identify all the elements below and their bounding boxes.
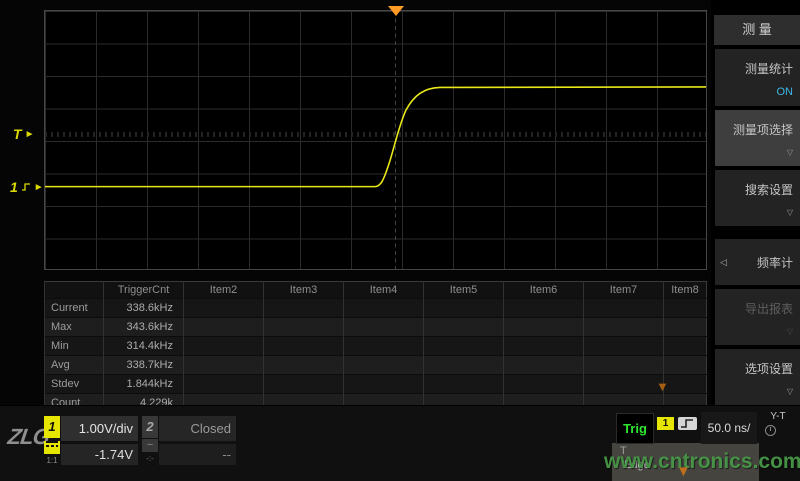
table-row: Current 338.6kHz (45, 299, 707, 318)
stat-label: Stdev (45, 375, 104, 394)
column-header: Item8 (664, 282, 707, 299)
trigger-source-channel-badge[interactable]: 1 (657, 417, 674, 430)
menu-item-measure-select[interactable]: 测量项选择 ▽ (715, 110, 800, 166)
channel1-probe-ratio: 1:1 (44, 456, 60, 465)
menu-item-search-settings[interactable]: 搜索设置 ▽ (715, 170, 800, 226)
column-header: Item7 (584, 282, 664, 299)
stat-value: 1.844kHz (104, 375, 184, 394)
trigger-level-marker[interactable]: T ► (13, 126, 34, 142)
right-arrow-icon: ► (25, 129, 35, 140)
watermark-cursor-icon: ▼ (676, 463, 691, 480)
stat-value: 338.6kHz (104, 299, 184, 318)
stat-value: 338.7kHz (104, 356, 184, 375)
right-arrow-icon: ► (34, 182, 44, 193)
dropdown-icon: ▽ (715, 327, 793, 336)
stat-value: 314.4kHz (104, 337, 184, 356)
dropdown-icon: ▽ (715, 387, 793, 396)
column-header: Item6 (504, 282, 584, 299)
column-header: Item2 (184, 282, 264, 299)
collapse-left-icon: ◁ (720, 257, 727, 268)
channel1-offset: -1.74V (61, 444, 138, 465)
timebase-setting[interactable]: 50.0 ns/ (701, 412, 757, 444)
waveform-display[interactable] (44, 10, 707, 270)
table-row: Stdev 1.844kHz (45, 375, 707, 394)
column-header: Item5 (424, 282, 504, 299)
rising-edge-icon[interactable] (678, 417, 697, 430)
column-header (45, 282, 104, 299)
dropdown-icon: ▽ (715, 148, 793, 157)
channel1-ground-marker[interactable]: 1 ► (10, 179, 44, 195)
stat-label: Avg (45, 356, 104, 375)
channel2-probe-ratio: -:- (142, 454, 158, 463)
stat-label: Max (45, 318, 104, 337)
table-scroll-down-icon[interactable]: ▼ (656, 380, 669, 393)
channel1-number-badge: 1 (44, 416, 60, 438)
trigger-level-label: T (13, 126, 22, 142)
dc-coupling-icon (44, 441, 60, 454)
menu-item-label: 测量统计 (715, 60, 793, 77)
channel2-number-badge: 2 (142, 416, 158, 438)
measurement-statistics-table: TriggerCnt Item2 Item3 Item4 Item5 Item6… (44, 281, 707, 413)
channel2-settings[interactable]: Closed -- (159, 416, 236, 465)
watermark-text: www.cntronics.com (604, 450, 800, 474)
channel2-offset: -- (159, 444, 236, 465)
stat-value: 343.6kHz (104, 318, 184, 337)
column-header: Item3 (264, 282, 344, 299)
table-row: Max 343.6kHz (45, 318, 707, 337)
channel1-trace (45, 11, 706, 269)
menu-sidebar: 测 量 测量统计 ON 测量项选择 ▽ 搜索设置 ▽ ◁ 频率计 导出报表 ▽ … (711, 0, 800, 405)
trigger-status-button[interactable]: Trig (616, 413, 654, 444)
menu-item-option-settings[interactable]: 选项设置 ▽ (715, 349, 800, 405)
channel2-status: Closed (159, 416, 236, 441)
column-header: TriggerCnt (104, 282, 184, 299)
display-mode-label[interactable]: Y-T (760, 411, 796, 422)
table-row: Min 314.4kHz (45, 337, 707, 356)
menu-item-label: 导出报表 (715, 300, 793, 317)
channel1-settings[interactable]: 1.00V/div -1.74V (61, 416, 138, 465)
column-header: Item4 (344, 282, 424, 299)
channel2-badge-group[interactable]: 2 – -:- (142, 416, 158, 463)
dropdown-icon: ▽ (715, 208, 793, 217)
trigger-position-marker[interactable] (388, 6, 404, 16)
table-row: Avg 338.7kHz (45, 356, 707, 375)
status-bar: ZLG® 1 1:1 1.00V/div -1.74V 2 – -:- Clos… (0, 405, 800, 481)
menu-item-measure-stats[interactable]: 测量统计 ON (715, 49, 800, 106)
menu-item-label: 测量项选择 (715, 121, 793, 138)
menu-item-label: 频率计 (757, 254, 793, 271)
menu-title: 测 量 (714, 15, 800, 45)
channel1-badge-group[interactable]: 1 1:1 (44, 416, 60, 465)
menu-item-export-report[interactable]: 导出报表 ▽ (715, 289, 800, 345)
channel1-marker-label: 1 (10, 179, 18, 195)
menu-item-frequency-counter[interactable]: ◁ 频率计 (715, 239, 800, 285)
stat-label: Min (45, 337, 104, 356)
channel2-coupling-icon: – (142, 439, 158, 452)
table-header-row: TriggerCnt Item2 Item3 Item4 Item5 Item6… (45, 282, 707, 299)
menu-item-label: 选项设置 (715, 360, 793, 377)
menu-item-label: 搜索设置 (715, 181, 793, 198)
channel1-scale: 1.00V/div (61, 416, 138, 441)
edge-step-icon (21, 182, 31, 192)
clock-icon (765, 425, 776, 436)
stat-label: Current (45, 299, 104, 318)
menu-item-value: ON (715, 86, 793, 98)
channel1-trace-path (45, 87, 706, 187)
